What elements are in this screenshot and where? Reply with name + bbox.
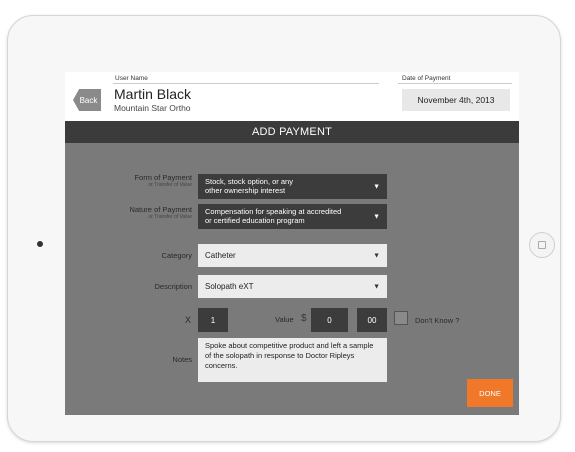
nature-of-payment-select[interactable]: Compensation for speaking at accredited … xyxy=(198,204,387,229)
form-of-payment-value-line1: Stock, stock option, or any xyxy=(205,177,293,186)
user-name-label: User Name xyxy=(115,75,148,82)
description-value: Solopath eXT xyxy=(205,282,254,291)
home-button[interactable] xyxy=(529,232,555,258)
date-divider xyxy=(398,83,512,84)
currency-symbol: $ xyxy=(301,313,307,324)
tablet-frame: Back User Name Martin Black Mountain Sta… xyxy=(7,15,561,442)
form-of-payment-sublabel: or Transfer of Value xyxy=(148,182,192,188)
nature-of-payment-label-text: Nature of Payment xyxy=(129,205,192,214)
form-of-payment-label-text: Form of Payment xyxy=(134,173,192,182)
nature-of-payment-label: Nature of Payment or Transfer of Value xyxy=(129,205,192,220)
page-title: ADD PAYMENT xyxy=(65,121,519,143)
dont-know-checkbox[interactable] xyxy=(394,311,408,325)
user-name-divider xyxy=(113,83,379,84)
date-of-payment-label: Date of Payment xyxy=(402,75,451,82)
home-square-icon xyxy=(538,241,546,249)
user-name: Martin Black xyxy=(114,86,192,102)
category-value: Catheter xyxy=(205,251,236,260)
quantity-label: X xyxy=(185,315,192,325)
payment-form: Form of Payment or Transfer of Value Sto… xyxy=(65,143,519,415)
quantity-input[interactable]: 1 xyxy=(198,308,228,332)
value-dollars-input[interactable]: 0 xyxy=(311,308,348,332)
form-of-payment-value-line2: other ownership interest xyxy=(205,186,286,195)
description-label: Description xyxy=(154,282,192,291)
nature-of-payment-value-line2: or certified education program xyxy=(205,216,305,225)
notes-textarea[interactable]: Spoke about competitive product and left… xyxy=(198,338,387,382)
value-label: Value xyxy=(275,315,294,324)
notes-label: Notes xyxy=(172,355,192,364)
date-of-payment-field[interactable]: November 4th, 2013 xyxy=(402,89,510,111)
user-organization: Mountain Star Ortho xyxy=(114,103,191,113)
caret-down-icon: ▼ xyxy=(373,283,380,290)
back-button[interactable]: Back xyxy=(73,89,101,111)
form-of-payment-label: Form of Payment or Transfer of Value xyxy=(134,173,192,188)
description-select[interactable]: Solopath eXT ▼ xyxy=(198,275,387,298)
header: Back User Name Martin Black Mountain Sta… xyxy=(65,72,519,121)
caret-down-icon: ▼ xyxy=(373,183,380,190)
nature-of-payment-sublabel: or Transfer of Value xyxy=(148,214,192,220)
value-cents-input[interactable]: 00 xyxy=(357,308,387,332)
form-of-payment-select[interactable]: Stock, stock option, or any other owners… xyxy=(198,174,387,199)
nature-of-payment-value-line1: Compensation for speaking at accredited xyxy=(205,207,342,216)
caret-down-icon: ▼ xyxy=(373,213,380,220)
done-button[interactable]: DONE xyxy=(467,379,513,407)
dont-know-label: Don't Know ? xyxy=(415,316,460,325)
category-select[interactable]: Catheter ▼ xyxy=(198,244,387,267)
caret-down-icon: ▼ xyxy=(373,252,380,259)
category-label: Category xyxy=(161,251,192,260)
camera-icon xyxy=(37,241,43,247)
app-screen: Back User Name Martin Black Mountain Sta… xyxy=(65,72,519,415)
